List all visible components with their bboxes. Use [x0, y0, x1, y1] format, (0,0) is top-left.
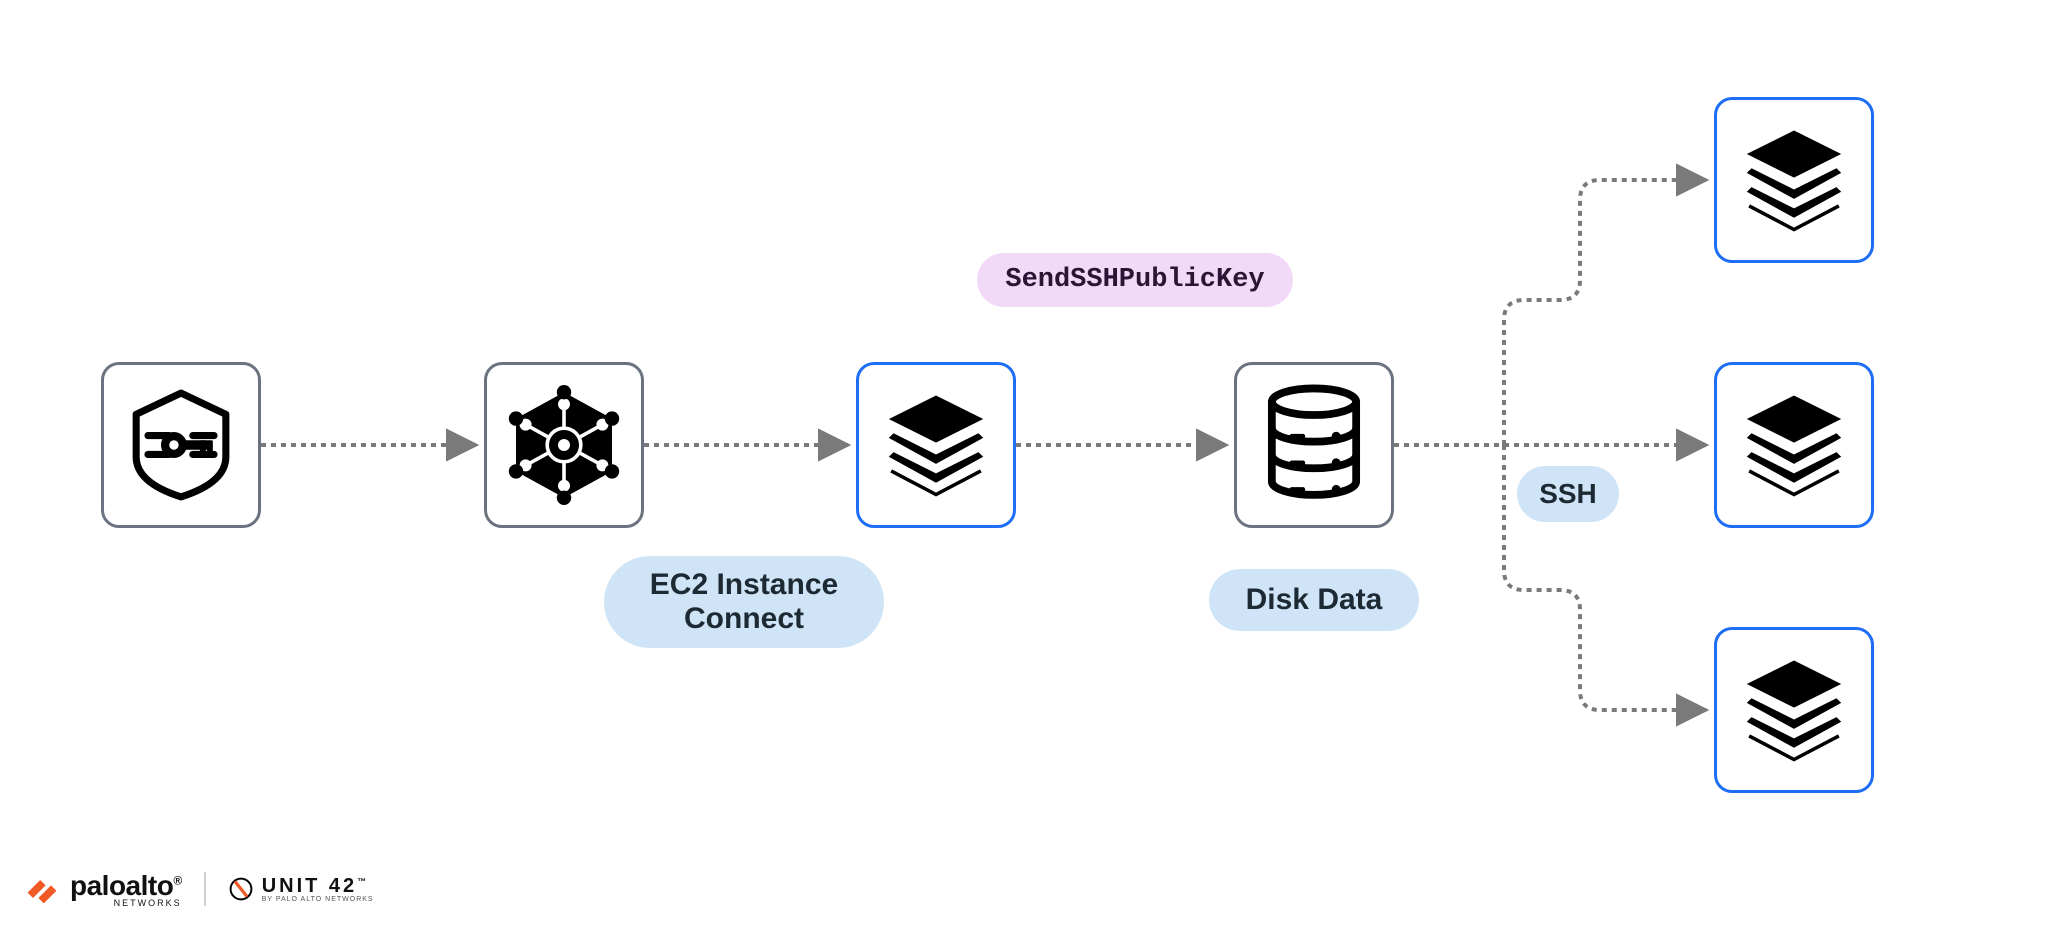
ec2-instance-connect-label: EC2 Instance Connect	[604, 556, 884, 648]
ec2ic-line2: Connect	[684, 602, 804, 637]
target-stack-a	[1714, 97, 1874, 263]
edge-db-to-targetA	[1504, 180, 1706, 445]
network-node	[484, 362, 644, 528]
paloalto-logo: paloalto® NETWORKS	[24, 870, 182, 908]
target-stack-b	[1714, 362, 1874, 528]
database-icon	[1258, 384, 1370, 506]
layer-stack-icon	[1735, 651, 1853, 769]
unit42-text: UNIT 42™	[262, 875, 374, 898]
unit42-mark-icon	[228, 876, 254, 902]
layer-stack-icon	[877, 386, 995, 504]
paloalto-mark-icon	[24, 871, 60, 907]
key-shield-icon	[122, 386, 240, 504]
hex-network-icon	[504, 385, 624, 505]
footer-divider	[204, 872, 206, 906]
footer-brands: paloalto® NETWORKS UNIT 42™ BY PALO ALTO…	[24, 870, 374, 908]
disk-data-label: Disk Data	[1209, 569, 1419, 631]
unit42-logo: UNIT 42™ BY PALO ALTO NETWORKS	[228, 875, 374, 903]
database-node	[1234, 362, 1394, 528]
target-stack-c	[1714, 627, 1874, 793]
key-node	[101, 362, 261, 528]
layer-stack-icon	[1735, 386, 1853, 504]
stack-node-ec2	[856, 362, 1016, 528]
layer-stack-icon	[1735, 121, 1853, 239]
ec2ic-line1: EC2 Instance	[650, 568, 838, 603]
sendssh-label: SendSSHPublicKey	[977, 253, 1293, 307]
unit42-sub: BY PALO ALTO NETWORKS	[262, 896, 374, 903]
diagram-canvas: SendSSHPublicKey EC2 Instance Connect Di…	[0, 0, 2048, 926]
ssh-label: SSH	[1517, 466, 1619, 522]
